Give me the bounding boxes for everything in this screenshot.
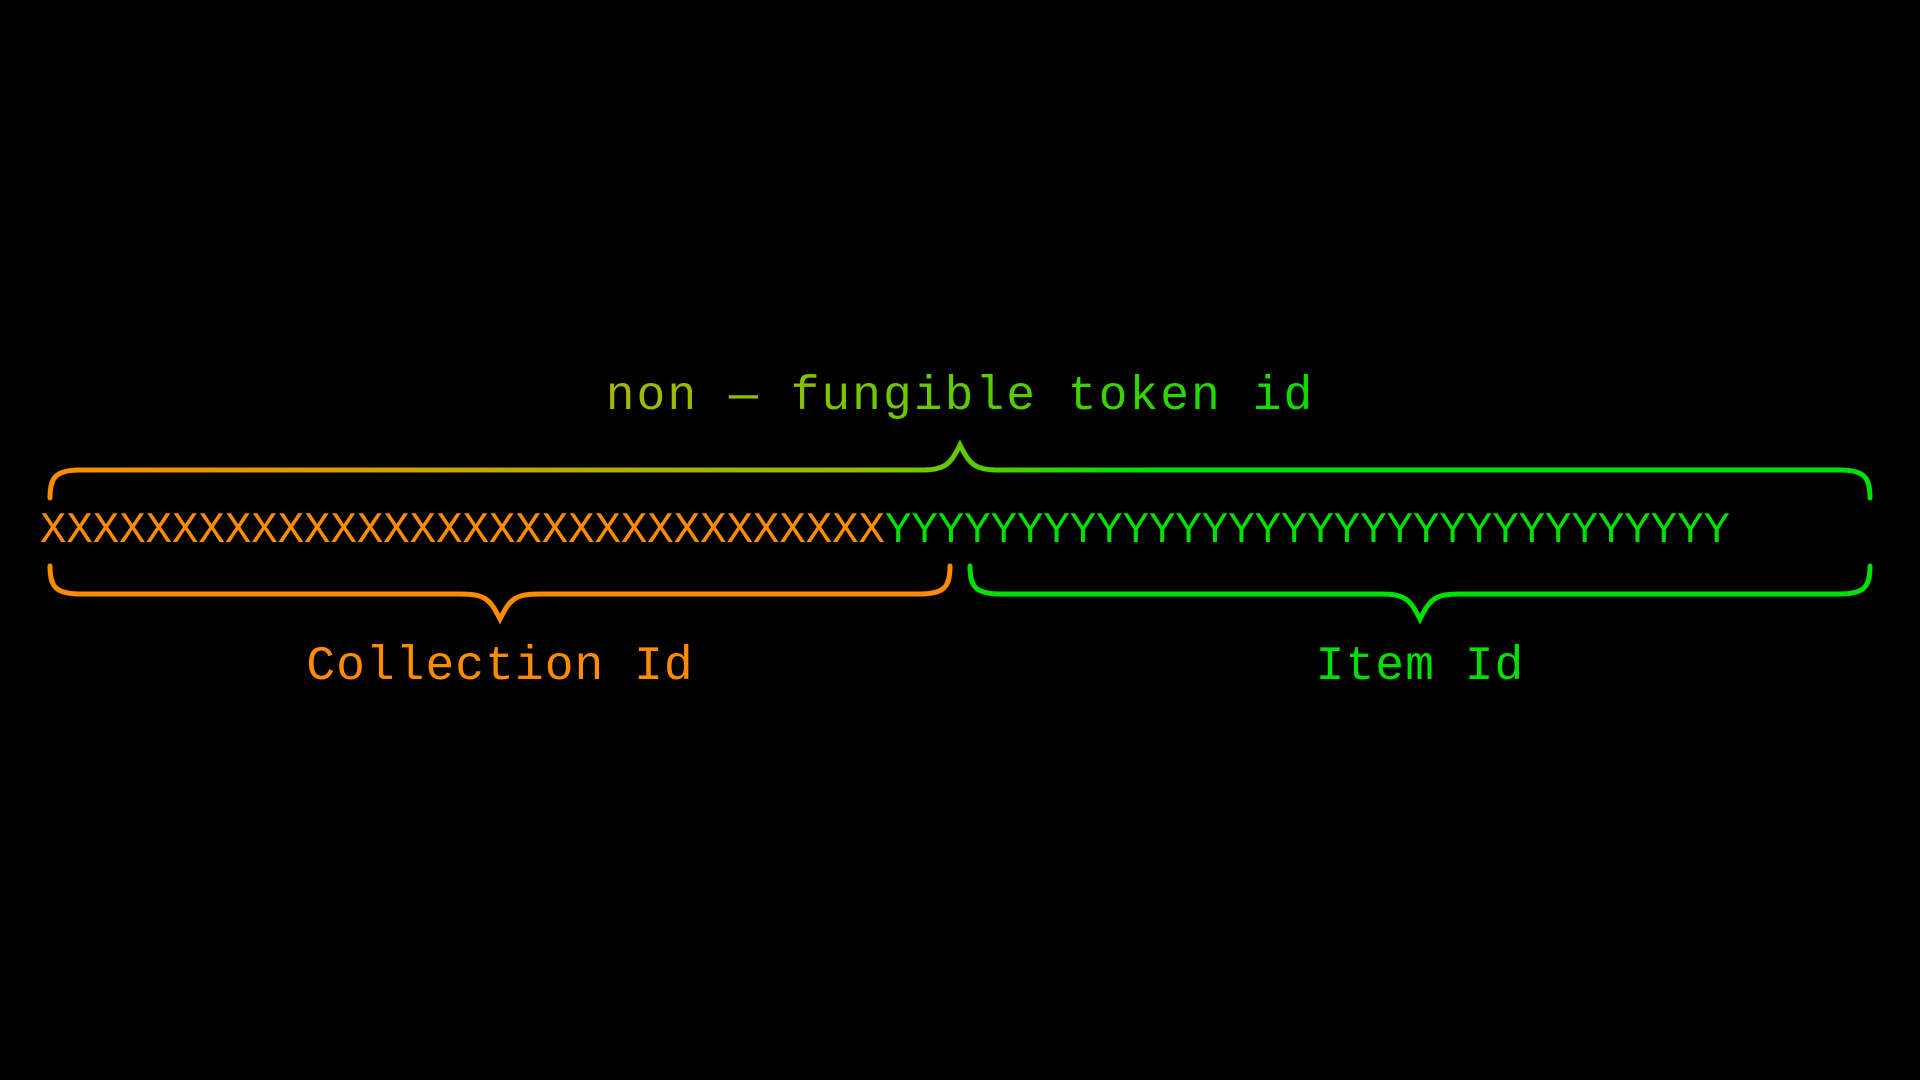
token-id-row: XXXXXXXXXXXXXXXXXXXXXXXXXXXXXXXXYYYYYYYY… — [40, 506, 1880, 556]
top-brace-icon — [50, 445, 1870, 498]
collection-id-label: Collection Id — [40, 640, 960, 694]
collection-brace-icon — [50, 566, 950, 619]
item-brace-icon — [970, 566, 1870, 619]
item-id-label: Item Id — [960, 640, 1880, 694]
diagram-stage: non — fungible token id XXXXXXXXXXXXXXXX… — [0, 0, 1920, 1080]
diagram-title: non — fungible token id — [0, 370, 1920, 424]
item-id-chars: YYYYYYYYYYYYYYYYYYYYYYYYYYYYYYYY — [885, 506, 1730, 556]
collection-id-chars: XXXXXXXXXXXXXXXXXXXXXXXXXXXXXXXX — [40, 506, 885, 556]
